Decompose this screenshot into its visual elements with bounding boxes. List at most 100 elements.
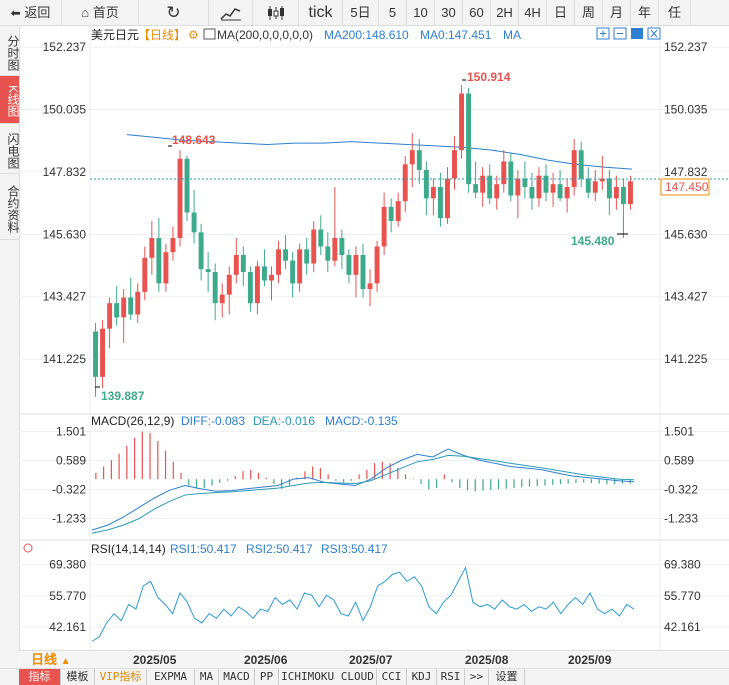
candle-body (346, 255, 352, 275)
recent-low-annotation: 145.480 (571, 234, 615, 248)
date-tick: 2025/08 (465, 653, 509, 667)
date-axis-bar: 日线 ▲ 2025/05 2025/06 2025/07 2025/08 2025/09 (19, 650, 729, 669)
rsi-title: RSI(14,14,14) (91, 542, 166, 556)
indicator-tab-4[interactable]: MA (195, 669, 219, 685)
candle-body (550, 184, 556, 193)
rsi-settings-icon[interactable] (23, 543, 33, 553)
ma-label: MA (503, 28, 521, 42)
indicator-tab-6[interactable]: PP (255, 669, 279, 685)
period-selector-label: 日线 (31, 652, 58, 667)
candle-body (240, 255, 246, 272)
current-price-label: 147.450 (665, 180, 709, 194)
zoom-controls[interactable] (596, 27, 661, 40)
indicator-tab-12[interactable]: 设置 (489, 669, 525, 685)
candle-body (571, 150, 577, 187)
maximize-icon[interactable] (631, 28, 643, 39)
candle-body (578, 150, 584, 179)
candle-body (367, 283, 373, 289)
candle-body (585, 178, 591, 193)
candle-body (156, 238, 162, 284)
price-tick-right: 143.427 (664, 290, 708, 304)
candle-body (332, 238, 338, 261)
candle-body (149, 238, 155, 258)
indicator-tab-8[interactable]: CCI (377, 669, 407, 685)
candle-body (459, 93, 465, 151)
ma-toggle-icon[interactable] (203, 28, 216, 40)
price-tick-left: 145.630 (43, 227, 87, 241)
candle-body (360, 255, 366, 289)
candle-body (501, 161, 507, 185)
rsi1-value: RSI1:50.417 (170, 542, 237, 556)
candle-body (318, 229, 324, 247)
ma-params-label: MA(200,0,0,0,0,0) (217, 28, 313, 42)
price-tick-right: 150.035 (664, 103, 708, 117)
candle-body (628, 181, 633, 204)
candle-body (254, 266, 260, 304)
candle-body (494, 184, 500, 199)
candle-body (184, 158, 190, 213)
candle-body (445, 178, 450, 219)
candle-body (93, 331, 98, 377)
candle-body (261, 266, 267, 281)
chart-area: 美元日元 【日线】 ⚙ MA(200,0,0,0,0,0) MA200:148.… (19, 26, 729, 650)
high-annotation: 150.914 (467, 70, 511, 84)
candle-body (529, 187, 535, 199)
indicator-tab-7[interactable]: ICHIMOKU CLOUD (279, 669, 377, 685)
symbol-label: 美元日元 (91, 28, 139, 42)
indicator-tab-5[interactable]: MACD (219, 669, 255, 685)
macd-tick-right: -0.322 (664, 482, 698, 496)
candle-body (613, 187, 619, 199)
price-tick-right: 145.630 (664, 227, 708, 241)
indicator-tab-10[interactable]: RSI (437, 669, 465, 685)
indicator-tab-1[interactable]: 模板 (61, 669, 95, 685)
indicator-tab-9[interactable]: KDJ (407, 669, 437, 685)
rsi-tick-left: 69.380 (49, 557, 86, 571)
candle-body (107, 303, 113, 329)
price-tick-right: 147.832 (664, 165, 708, 179)
candle-body (409, 150, 415, 165)
candle-body (191, 212, 197, 233)
date-tick: 2025/09 (568, 653, 612, 667)
macd-title: MACD(26,12,9) (91, 414, 174, 428)
low-annotation: 139.887 (101, 389, 145, 403)
macd-dea: DEA:-0.016 (253, 414, 315, 428)
candle-body (170, 238, 176, 253)
candle-body (515, 178, 521, 196)
candle-body (283, 249, 289, 261)
candle-body (114, 303, 120, 318)
candle-body (247, 272, 253, 304)
settings-gear-icon[interactable]: ⚙ (188, 28, 199, 42)
candle-body (219, 294, 225, 304)
candle-body (135, 291, 141, 315)
candle-body (353, 255, 359, 275)
candle-body (142, 257, 148, 292)
price-tick-left: 152.237 (43, 40, 87, 54)
candle-body (592, 181, 598, 193)
candle-body (304, 249, 310, 264)
candle-body (212, 272, 218, 304)
candle-body (473, 184, 479, 193)
candle-body (374, 246, 380, 284)
indicator-tab-11[interactable]: >> (465, 669, 489, 685)
macd-diff: DIFF:-0.083 (181, 414, 245, 428)
candle-body (395, 201, 401, 221)
candle-body (388, 206, 394, 221)
ma0-value: MA0:147.451 (420, 28, 492, 42)
period-label: 【日线】 (138, 28, 186, 42)
rsi-tick-right: 69.380 (664, 557, 701, 571)
candle-body (620, 187, 626, 204)
candle-body (480, 175, 486, 193)
macd-tick-right: -1.233 (664, 511, 698, 525)
candle-body (269, 274, 274, 281)
rsi-tick-left: 42.161 (49, 620, 86, 634)
rsi3-value: RSI3:50.417 (321, 542, 388, 556)
indicator-tab-3[interactable]: EXPMA (147, 669, 195, 685)
price-tick-left: 141.225 (43, 352, 87, 366)
macd-tick-right: 1.501 (664, 424, 694, 438)
period-selector[interactable]: 日线 ▲ (19, 651, 83, 669)
indicator-tab-2[interactable]: VIP指标 (95, 669, 147, 685)
candle-body (466, 93, 472, 185)
indicator-tab-0[interactable]: 指标 (19, 669, 61, 685)
candle-body (297, 249, 303, 284)
candle-body (128, 297, 134, 315)
